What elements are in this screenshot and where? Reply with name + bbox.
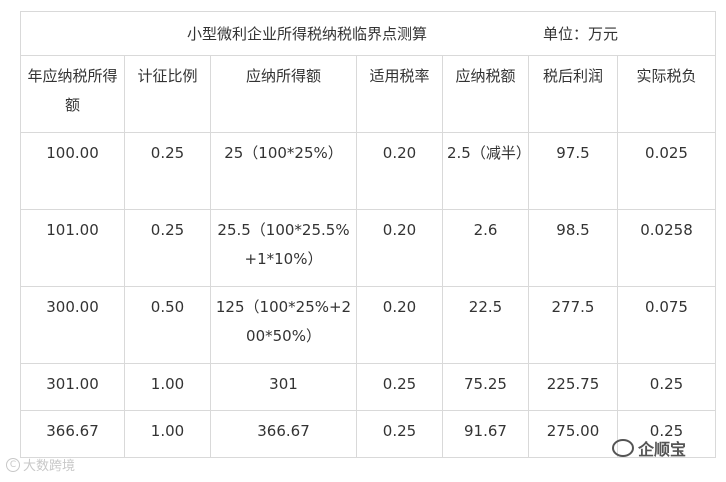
watermark-right: 企顺宝: [612, 436, 686, 460]
cell-tax-payable: 2.6: [442, 209, 529, 287]
table-header-row: 年应纳税所得额 计征比例 应纳所得额 适用税率 应纳税额 税后利润 实际税负: [20, 55, 717, 133]
cell-tax-payable: 91.67: [442, 410, 529, 458]
table-row: 301.00 1.00 301 0.25 75.25 225.75 0.25: [20, 363, 717, 411]
cell-levy-ratio: 0.25: [124, 209, 211, 287]
cell-after-tax-profit: 225.75: [528, 363, 618, 411]
header-levy-ratio: 计征比例: [124, 55, 211, 133]
cell-taxable-amount: 301: [210, 363, 357, 411]
cell-taxable-amount: 25（100*25%）: [210, 132, 357, 210]
cell-effective-burden: 0.075: [616, 286, 717, 364]
cell-taxable-amount: 25.5（100*25.5%+1*10%）: [210, 209, 357, 287]
cell-tax-rate: 0.20: [356, 286, 443, 364]
header-tax-rate: 适用税率: [356, 55, 443, 133]
cell-levy-ratio: 0.25: [124, 132, 211, 210]
copyright-icon: C: [6, 457, 20, 472]
cell-tax-rate: 0.20: [356, 132, 443, 210]
cell-tax-payable: 22.5: [442, 286, 529, 364]
table-row: 300.00 0.50 125（100*25%+200*50%） 0.20 22…: [20, 286, 717, 364]
header-effective-burden: 实际税负: [616, 55, 717, 133]
wechat-icon: [612, 439, 634, 457]
cell-taxable-amount: 366.67: [210, 410, 357, 458]
cell-tax-rate: 0.20: [356, 209, 443, 287]
cell-after-tax-profit: 97.5: [528, 132, 618, 210]
table-title: 小型微利企业所得税纳税临界点测算: [187, 25, 428, 43]
cell-taxable-income: 100.00: [20, 132, 125, 210]
cell-effective-burden: 0.025: [616, 132, 717, 210]
tax-threshold-table: 小型微利企业所得税纳税临界点测算 单位：万元 年应纳税所得额 计征比例 应纳所得…: [19, 11, 717, 458]
cell-levy-ratio: 0.50: [124, 286, 211, 364]
table-row: 100.00 0.25 25（100*25%） 0.20 2.5（减半） 97.…: [20, 132, 717, 210]
cell-after-tax-profit: 277.5: [528, 286, 618, 364]
header-taxable-amount: 应纳所得额: [210, 55, 357, 133]
watermark-left: C 大数跨境: [6, 455, 75, 474]
watermark-right-text: 企顺宝: [638, 440, 687, 459]
header-taxable-income: 年应纳税所得额: [20, 55, 125, 133]
header-tax-payable: 应纳税额: [442, 55, 529, 133]
cell-tax-rate: 0.25: [356, 410, 443, 458]
table-title-cell: 小型微利企业所得税纳税临界点测算 单位：万元: [19, 11, 717, 56]
table-row: 101.00 0.25 25.5（100*25.5%+1*10%） 0.20 2…: [20, 209, 717, 287]
cell-taxable-income: 101.00: [20, 209, 125, 287]
cell-after-tax-profit: 98.5: [528, 209, 618, 287]
cell-levy-ratio: 1.00: [124, 410, 211, 458]
cell-after-tax-profit: 275.00: [528, 410, 618, 458]
cell-taxable-income: 300.00: [20, 286, 125, 364]
cell-effective-burden: 0.25: [616, 363, 717, 411]
watermark-left-text: 大数跨境: [23, 459, 76, 474]
cell-effective-burden: 0.0258: [616, 209, 717, 287]
cell-taxable-amount: 125（100*25%+200*50%）: [210, 286, 357, 364]
unit-label: 单位：万元: [543, 25, 619, 43]
cell-tax-payable: 2.5（减半）: [442, 132, 531, 210]
cell-taxable-income: 301.00: [20, 363, 125, 411]
cell-tax-rate: 0.25: [356, 363, 443, 411]
cell-levy-ratio: 1.00: [124, 363, 211, 411]
header-after-tax-profit: 税后利润: [528, 55, 618, 133]
cell-taxable-income: 366.67: [20, 410, 125, 458]
table-title-row: 小型微利企业所得税纳税临界点测算 单位：万元: [19, 11, 717, 56]
cell-tax-payable: 75.25: [442, 363, 529, 411]
